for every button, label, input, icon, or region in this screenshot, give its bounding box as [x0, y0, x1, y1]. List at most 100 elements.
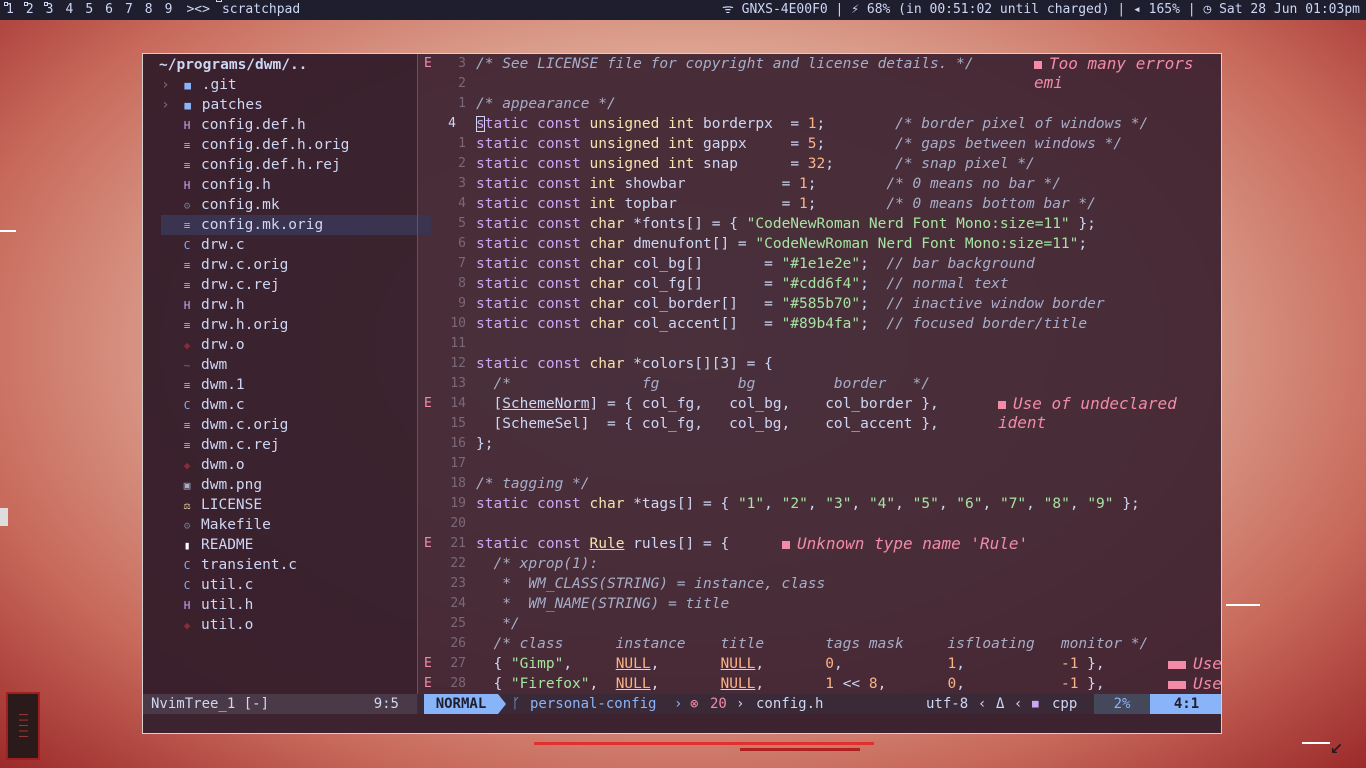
tree-item[interactable]: ⚙ config.mk: [161, 195, 280, 215]
cpp-icon: ■: [1032, 697, 1039, 710]
tag-2[interactable]: 2: [22, 0, 42, 20]
code-line[interactable]: 1 static const unsigned int gappx = 5; /*…: [418, 134, 1221, 154]
code-line[interactable]: 8 static const char col_fg[] = "#cdd6f4";…: [418, 274, 1221, 294]
tag-4[interactable]: 4: [61, 0, 81, 20]
tree-item[interactable]: ≡ dwm.c.orig: [161, 415, 289, 435]
linux-icon: Δ: [996, 696, 1005, 712]
tree-item[interactable]: ≡ config.def.h.orig: [161, 135, 350, 155]
folder-icon: ■: [184, 99, 192, 112]
code-line[interactable]: 2 static const unsigned int snap = 32; /*…: [418, 154, 1221, 174]
code-line[interactable]: 25 */: [418, 614, 1221, 634]
tree-item[interactable]: ⚙ Makefile: [161, 515, 271, 535]
chevron-right-icon[interactable]: ›: [161, 97, 170, 113]
tree-item[interactable]: Ctransient.c: [161, 555, 297, 575]
code-line[interactable]: 16};: [418, 434, 1221, 454]
tree-item[interactable]: ▣ dwm.png: [161, 475, 262, 495]
tree-item[interactable]: ▮ README: [161, 535, 254, 555]
tree-item-label: Makefile: [201, 517, 271, 533]
tag-8[interactable]: 8: [141, 0, 161, 20]
code-text: };: [476, 436, 494, 452]
tag-7[interactable]: 7: [121, 0, 141, 20]
line-number: 24: [450, 596, 466, 611]
code-line[interactable]: 13 /* fg bg border */: [418, 374, 1221, 394]
tree-item-label: util.h: [201, 597, 254, 613]
tree-item[interactable]: ~ dwm: [161, 355, 228, 375]
tree-item[interactable]: ≡ config.mk.orig: [161, 215, 431, 235]
tree-item[interactable]: ≡ config.def.h.rej: [161, 155, 341, 175]
filename: config.h: [756, 696, 824, 712]
layout-indicator[interactable]: ><>: [180, 0, 217, 20]
code-line[interactable]: 26 /* class instance title tags mask isf…: [418, 634, 1221, 654]
tree-item[interactable]: ≡ dwm.c.rej: [161, 435, 280, 455]
code-line[interactable]: 17: [418, 454, 1221, 474]
tree-item[interactable]: ≡ drw.c.rej: [161, 275, 280, 295]
tree-item[interactable]: ◆ util.o: [161, 615, 254, 635]
code-line[interactable]: 10 static const char col_accent[] = "#89b…: [418, 314, 1221, 334]
tree-item-label: drw.c.orig: [201, 257, 289, 273]
tag-1[interactable]: 1: [2, 0, 22, 20]
file-icon: ≡: [183, 139, 191, 152]
wifi-name: GNXS-4E00F0: [741, 2, 828, 17]
volume-level: 165%: [1148, 2, 1180, 17]
tree-item[interactable]: Cutil.c: [161, 575, 254, 595]
chevron-right-icon[interactable]: ›: [161, 77, 170, 93]
tag-9[interactable]: 9: [161, 0, 181, 20]
mk-icon: ⚙: [183, 519, 191, 532]
tree-root[interactable]: ~/programs/dwm/..: [159, 55, 307, 75]
tree-item[interactable]: ≡ drw.h.orig: [161, 315, 289, 335]
chevron-right-icon: ›: [736, 696, 745, 712]
line-number: 16: [450, 436, 466, 451]
tree-item-label: config.def.h.orig: [201, 137, 350, 153]
tree-item[interactable]: ◆ dwm.o: [161, 455, 245, 475]
code-line[interactable]: 20: [418, 514, 1221, 534]
code-line[interactable]: 7 static const char col_bg[] = "#1e1e2e";…: [418, 254, 1221, 274]
tree-item[interactable]: ≡ dwm.1: [161, 375, 245, 395]
tree-item[interactable]: Cdwm.c: [161, 395, 245, 415]
tree-item[interactable]: Hconfig.def.h: [161, 115, 306, 135]
tag-5[interactable]: 5: [81, 0, 101, 20]
code-line[interactable]: 18 /* tagging */: [418, 474, 1221, 494]
code-line[interactable]: 12 static const char *colors[][3] = {: [418, 354, 1221, 374]
code-line[interactable]: 24 * WM_NAME(STRING) = title: [418, 594, 1221, 614]
code-line[interactable]: E 28 { "Firefox", NULL, NULL, 1 << 8, 0, …: [418, 674, 1221, 694]
file-icon: ≡: [183, 279, 191, 292]
code-line[interactable]: 19 static const char *tags[] = { "1", "2"…: [418, 494, 1221, 514]
tree-item[interactable]: › ■ .git: [161, 75, 237, 95]
tree-item-label: patches: [201, 97, 263, 113]
glitch-streak: [1226, 604, 1260, 606]
command-line[interactable]: [143, 714, 1221, 733]
tag-3[interactable]: 3: [42, 0, 62, 20]
tree-item[interactable]: Hdrw.h: [161, 295, 245, 315]
line-number: 15: [450, 416, 466, 431]
signature-mark: ↙: [1330, 734, 1344, 759]
code-text: static const char *colors[][3] = {: [476, 356, 773, 372]
tree-item[interactable]: ≡ drw.c.orig: [161, 255, 289, 275]
tree-item[interactable]: › ■ patches: [161, 95, 263, 115]
code-line[interactable]: 4 static const int topbar = 1; /* 0 means…: [418, 194, 1221, 214]
tree-item[interactable]: ⚖ LICENSE: [161, 495, 262, 515]
tree-item[interactable]: Hutil.h: [161, 595, 254, 615]
code-line[interactable]: 22 /* xprop(1):: [418, 554, 1221, 574]
code-line[interactable]: 4 static const unsigned int borderpx = 1;…: [418, 114, 1221, 134]
code-line[interactable]: E 27 { "Gimp", NULL, NULL, 0, 1, -1 },: [418, 654, 1221, 674]
code-line[interactable]: 3 static const int showbar = 1; /* 0 mean…: [418, 174, 1221, 194]
tree-item[interactable]: ◆ drw.o: [161, 335, 245, 355]
tree-item-label: drw.h: [201, 297, 245, 313]
nvim-window[interactable]: ~/programs/dwm/.. › ■ .git › ■ patches Hconfig…: [142, 53, 1222, 734]
c-icon: C: [183, 579, 191, 592]
code-line[interactable]: 9 static const char col_border[] = "#585b…: [418, 294, 1221, 314]
code-line[interactable]: 23 * WM_CLASS(STRING) = instance, class: [418, 574, 1221, 594]
o-icon: ◆: [183, 459, 191, 472]
code-line[interactable]: 6 static const char dmenufont[] = "CodeNe…: [418, 234, 1221, 254]
code-line[interactable]: 5 static const char *fonts[] = { "CodeNew…: [418, 214, 1221, 234]
tree-item-label: util.c: [201, 577, 254, 593]
tree-item[interactable]: Cdrw.c: [161, 235, 245, 255]
tree-item-label: config.mk.orig: [201, 217, 324, 233]
editor-pane[interactable]: E 3 /* See LICENSE file for copyright and …: [418, 54, 1221, 694]
file-tree[interactable]: ~/programs/dwm/.. › ■ .git › ■ patches Hconfig…: [143, 54, 431, 694]
tree-item[interactable]: Hconfig.h: [161, 175, 271, 195]
code-line[interactable]: 11: [418, 334, 1221, 354]
code-line[interactable]: 1 /* appearance */: [418, 94, 1221, 114]
file-icon: ≡: [183, 159, 191, 172]
tag-6[interactable]: 6: [101, 0, 121, 20]
